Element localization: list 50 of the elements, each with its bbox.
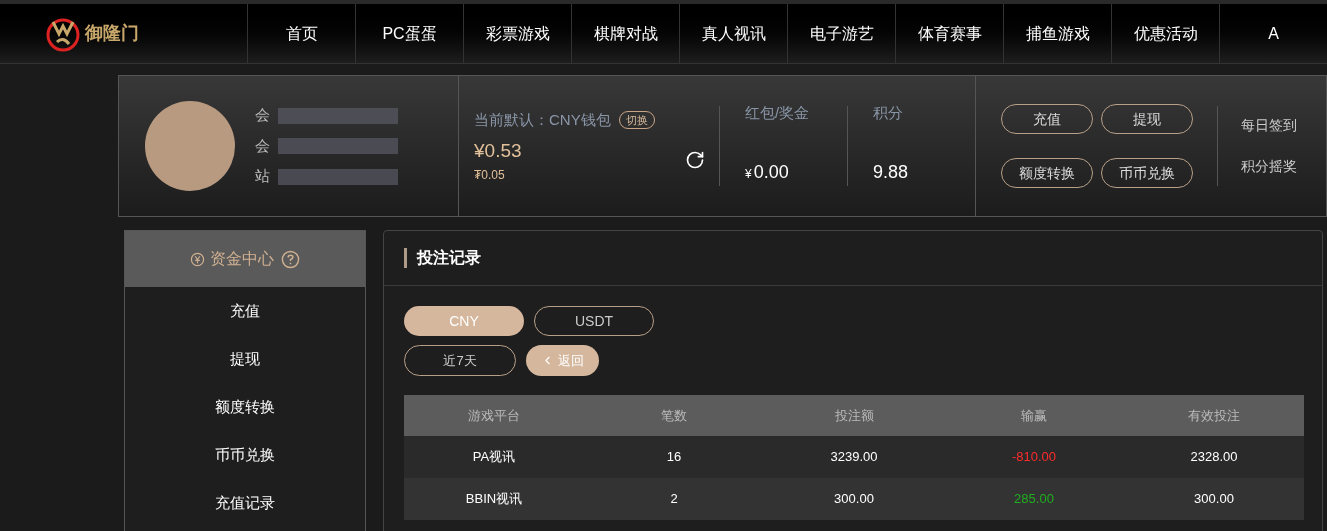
profile-label: 站 (255, 166, 270, 187)
sidebar-item[interactable]: 充值 (125, 287, 365, 335)
table-cell-text: 2328.00 (1189, 448, 1239, 467)
column-header: 有效投注 (1187, 406, 1241, 425)
yen-coin-icon (190, 251, 205, 267)
feature-link[interactable]: 积分摇奖 (1241, 156, 1297, 177)
nav-link[interactable]: 彩票游戏 (463, 4, 571, 63)
sub-balance: ₮0.05 (474, 166, 506, 184)
stat-value: 9.88 (873, 161, 909, 184)
table-cell-text: 3239.00 (829, 448, 879, 467)
table-cell-text: 16 (665, 448, 683, 467)
help-icon[interactable] (281, 249, 300, 269)
nav-link[interactable]: 真人视讯 (679, 4, 787, 63)
balance: ¥0.53 (474, 139, 522, 163)
profile-label: 会 (255, 135, 270, 156)
sidebar-item[interactable]: 提现 (125, 335, 365, 383)
table-cell-text: BBIN视讯 (464, 490, 524, 509)
column-header: 笔数 (660, 406, 688, 425)
sidebar-item[interactable]: 充值记录 (125, 479, 365, 527)
nav-link[interactable]: 捕鱼游戏 (1003, 4, 1111, 63)
title-accent-bar (404, 248, 407, 268)
stat-label: 红包/奖金 (745, 103, 811, 123)
sidebar-item[interactable]: 币币兑换 (125, 431, 365, 479)
feature-link[interactable]: 每日签到 (1241, 115, 1297, 136)
table-cell-text: -810.00 (1010, 448, 1058, 467)
column-header: 游戏平台 (467, 406, 521, 425)
logo-text: 御隆门 (85, 22, 139, 45)
refresh-icon[interactable] (685, 150, 705, 171)
table-cell-text: 2 (669, 490, 679, 509)
stat-value: 0.00 (753, 161, 789, 184)
nav-link[interactable]: 首页 (247, 4, 355, 63)
profile-label: 会 (255, 105, 270, 126)
nav-link[interactable]: 棋牌对战 (571, 4, 679, 63)
nav-link[interactable]: 体育赛事 (895, 4, 1003, 63)
nav-link[interactable]: 电子游艺 (787, 4, 895, 63)
wallet-label: 当前默认：CNY钱包 (474, 109, 611, 130)
column-header: 投注额 (833, 406, 875, 425)
table-cell-text: 300.00 (1193, 490, 1235, 509)
nav-link[interactable]: 优惠活动 (1111, 4, 1219, 63)
table-cell-text: 300.00 (833, 490, 875, 509)
sidebar-title: 资金中心 (210, 249, 274, 269)
sidebar-item[interactable]: 额度转换 (125, 383, 365, 431)
nav-link[interactable]: PC蛋蛋 (355, 4, 463, 63)
table-cell-text: PA视讯 (471, 448, 517, 467)
panel-title: 投注记录 (417, 248, 481, 268)
table-cell-text: 285.00 (1013, 490, 1055, 509)
stat-label: 积分 (873, 103, 904, 123)
nav-link[interactable]: A (1219, 4, 1327, 63)
currency-symbol: ¥ (745, 166, 752, 183)
column-header: 输赢 (1020, 406, 1048, 425)
